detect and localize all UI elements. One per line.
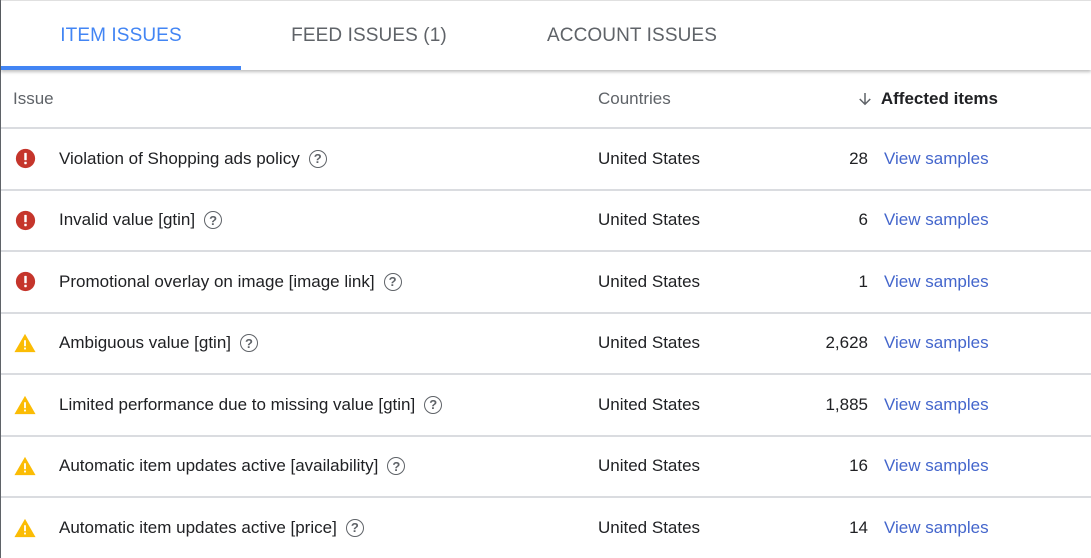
- issue-cell: Invalid value [gtin] ?: [1, 209, 598, 231]
- issue-cell: Limited performance due to missing value…: [1, 394, 598, 416]
- view-samples-link[interactable]: View samples: [884, 149, 989, 169]
- country-cell: United States: [598, 456, 701, 476]
- tab-account-issues[interactable]: ACCOUNT ISSUES: [497, 1, 767, 70]
- tab-label: FEED ISSUES (1): [291, 24, 447, 46]
- issue-name: Limited performance due to missing value…: [59, 394, 416, 414]
- column-header-countries: Countries: [598, 88, 671, 108]
- table-row: Invalid value [gtin] ? United States 6 V…: [1, 191, 1091, 252]
- issue-name: Ambiguous value [gtin]: [59, 333, 231, 353]
- arrow-down-icon[interactable]: [856, 90, 874, 108]
- country-cell: United States: [598, 148, 701, 168]
- view-samples-link[interactable]: View samples: [884, 456, 989, 476]
- issues-table: Issue Countries Affected items Violation…: [1, 70, 1091, 558]
- error-circle-icon: [14, 271, 36, 293]
- issue-cell: Automatic item updates active [availabil…: [1, 455, 598, 477]
- table-row: Promotional overlay on image [image link…: [1, 252, 1091, 314]
- error-circle-icon: [14, 209, 36, 231]
- country-cell: United States: [598, 271, 701, 291]
- tab-feed-issues[interactable]: FEED ISSUES (1): [241, 1, 497, 70]
- view-samples-link[interactable]: View samples: [884, 333, 989, 353]
- issue-cell: Automatic item updates active [price] ?: [1, 517, 598, 539]
- issues-panel: ITEM ISSUES FEED ISSUES (1) ACCOUNT ISSU…: [0, 0, 1091, 558]
- affected-count: 1: [858, 271, 868, 291]
- affected-count: 28: [849, 148, 868, 168]
- affected-count: 6: [858, 210, 868, 230]
- affected-count: 1,885: [825, 394, 868, 414]
- table-row: Automatic item updates active [availabil…: [1, 437, 1091, 498]
- help-circle-icon[interactable]: ?: [383, 272, 402, 291]
- tab-item-issues[interactable]: ITEM ISSUES: [1, 1, 241, 70]
- table-row: Limited performance due to missing value…: [1, 375, 1091, 437]
- view-samples-link[interactable]: View samples: [884, 210, 989, 230]
- view-samples-link[interactable]: View samples: [884, 272, 989, 292]
- affected-count: 2,628: [825, 333, 868, 353]
- issue-name: Automatic item updates active [availabil…: [59, 456, 379, 476]
- issue-name: Violation of Shopping ads policy: [59, 148, 300, 168]
- country-cell: United States: [598, 210, 701, 230]
- warning-triangle-icon: [14, 332, 36, 354]
- table-row: Automatic item updates active [price] ? …: [1, 498, 1091, 558]
- affected-count: 14: [849, 517, 868, 537]
- view-samples-link[interactable]: View samples: [884, 518, 989, 538]
- help-circle-icon[interactable]: ?: [204, 211, 223, 230]
- help-circle-icon[interactable]: ?: [308, 149, 327, 168]
- issue-cell: Ambiguous value [gtin] ?: [1, 332, 598, 354]
- issue-name: Automatic item updates active [price]: [59, 517, 337, 537]
- help-circle-icon[interactable]: ?: [345, 518, 364, 537]
- help-circle-icon[interactable]: ?: [240, 334, 258, 353]
- issue-name: Invalid value [gtin]: [59, 210, 196, 230]
- column-header-issue: Issue: [13, 88, 54, 108]
- issue-name: Promotional overlay on image [image link…: [59, 271, 375, 291]
- warning-triangle-icon: [14, 394, 36, 416]
- tab-label: ITEM ISSUES: [60, 24, 182, 46]
- affected-count: 16: [849, 456, 868, 476]
- column-header-affected-items[interactable]: Affected items: [818, 89, 998, 109]
- warning-triangle-icon: [14, 517, 36, 539]
- table-row: Ambiguous value [gtin] ? United States 2…: [1, 314, 1091, 375]
- help-circle-icon[interactable]: ?: [424, 395, 443, 414]
- warning-triangle-icon: [14, 455, 36, 477]
- help-circle-icon[interactable]: ?: [387, 457, 406, 476]
- tab-bar: ITEM ISSUES FEED ISSUES (1) ACCOUNT ISSU…: [1, 0, 1091, 70]
- table-row: Violation of Shopping ads policy ? Unite…: [1, 129, 1091, 191]
- issue-cell: Violation of Shopping ads policy ?: [1, 148, 598, 170]
- error-circle-icon: [14, 148, 36, 170]
- view-samples-link[interactable]: View samples: [884, 395, 989, 415]
- tab-label: ACCOUNT ISSUES: [547, 24, 717, 46]
- country-cell: United States: [598, 333, 701, 353]
- country-cell: United States: [598, 517, 701, 537]
- country-cell: United States: [598, 394, 701, 414]
- issue-cell: Promotional overlay on image [image link…: [1, 271, 598, 293]
- table-header-row: Issue Countries Affected items: [1, 70, 1091, 129]
